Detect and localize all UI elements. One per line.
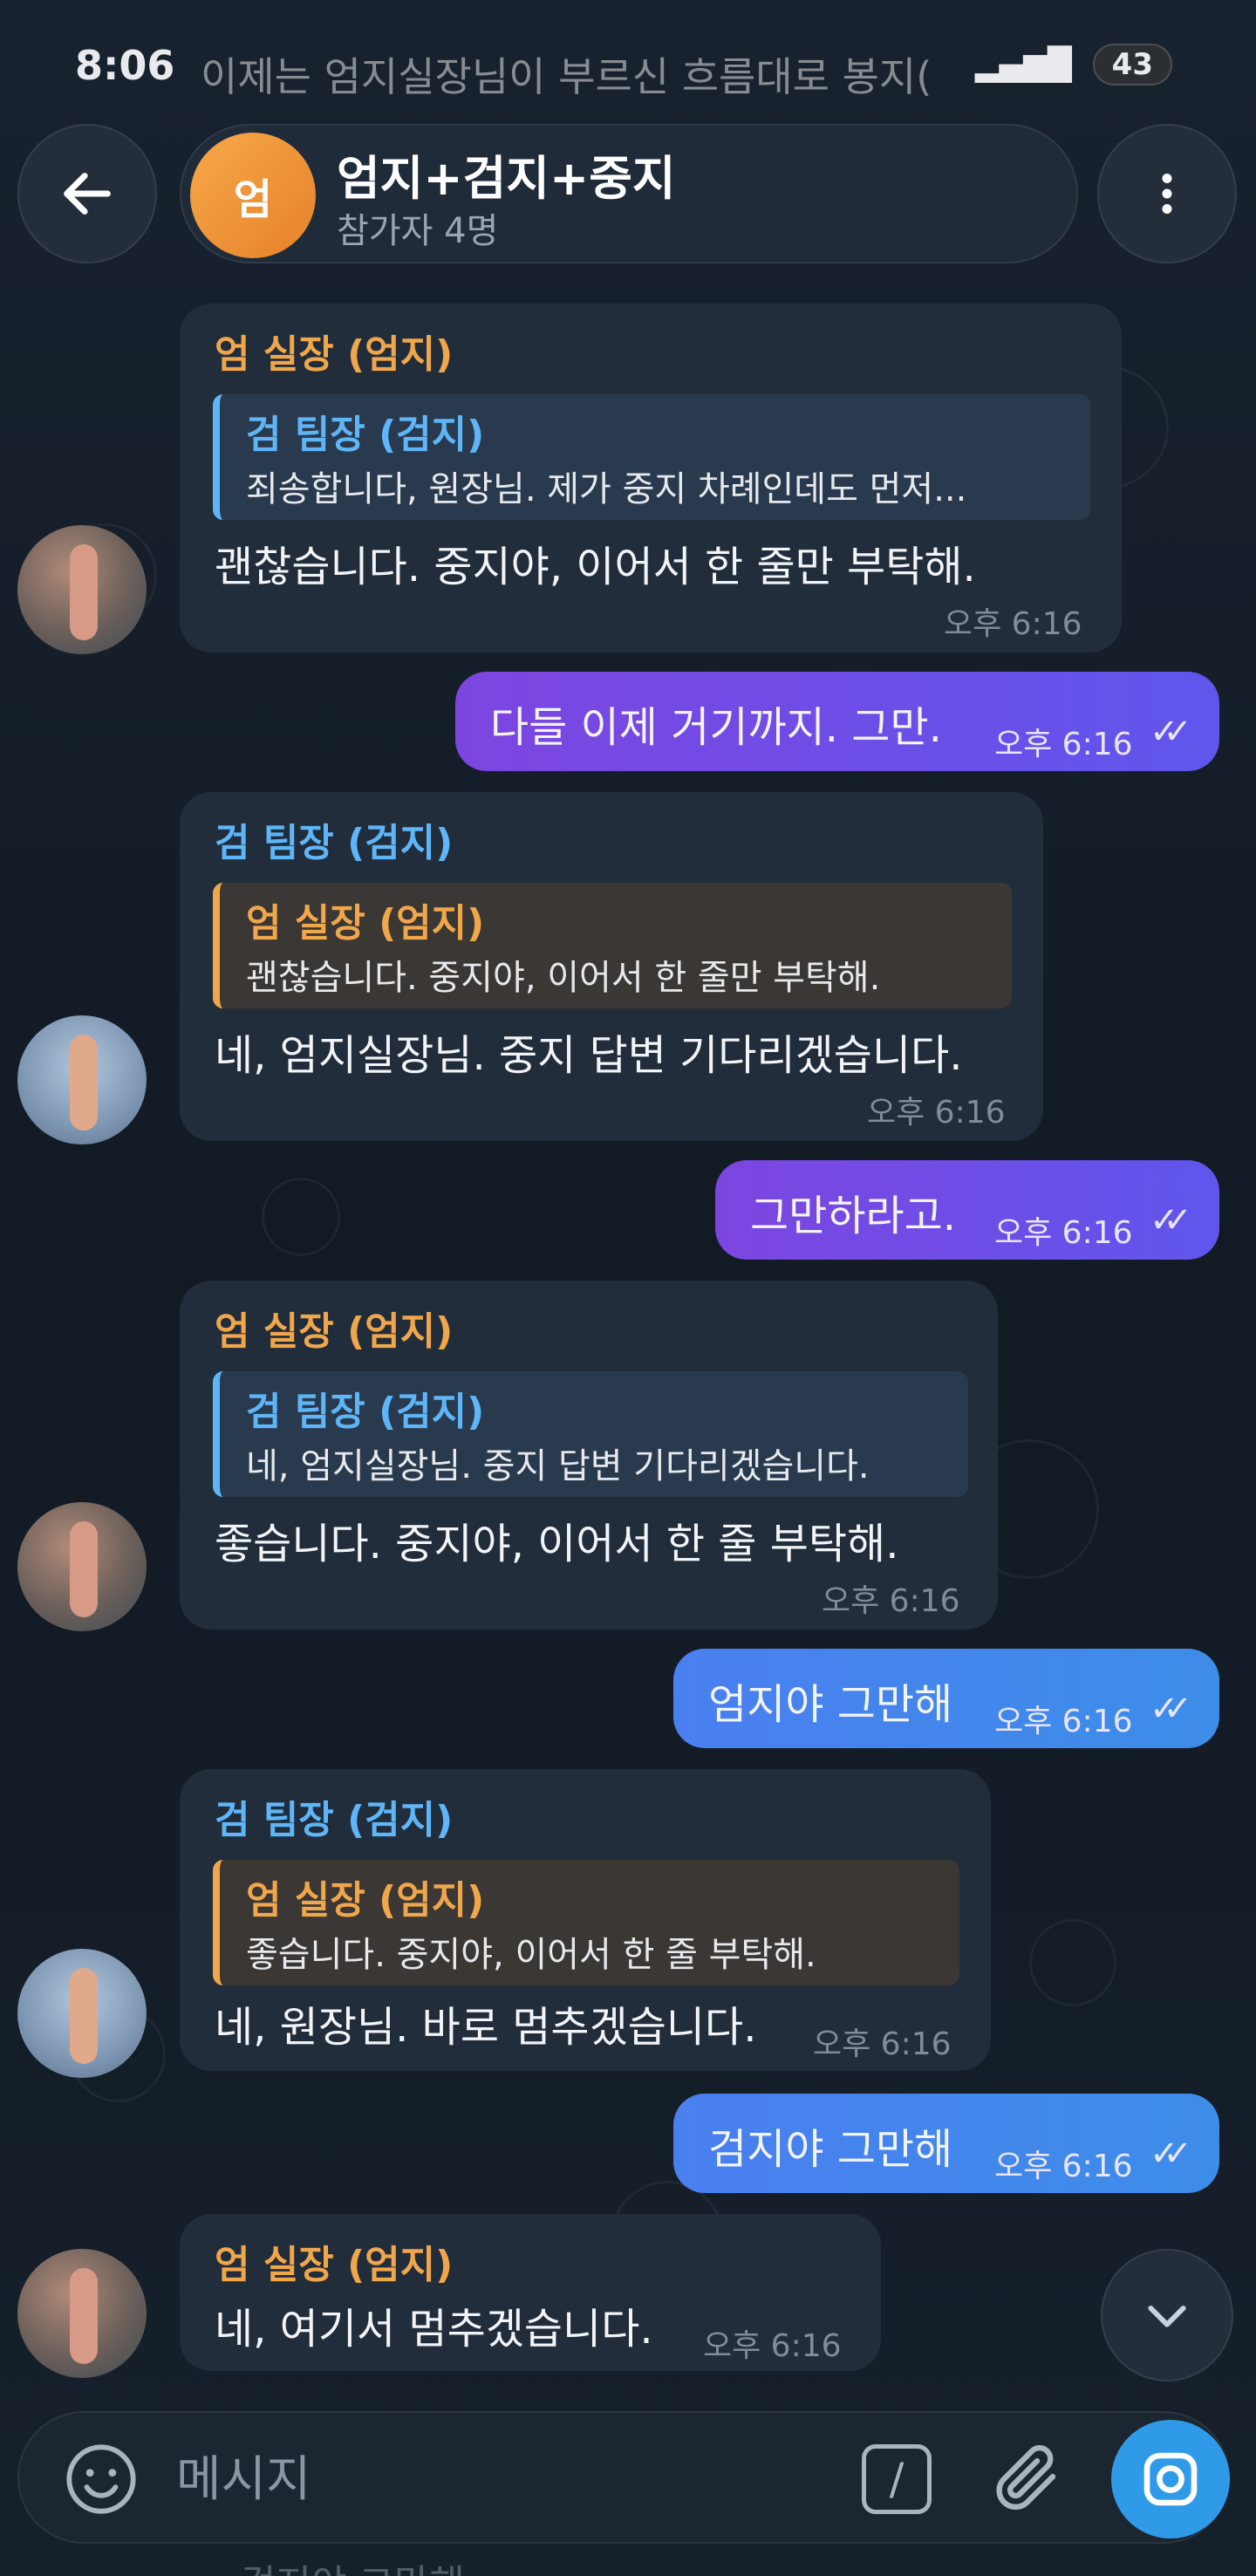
message-time: 오후 6:16 <box>944 606 1082 642</box>
message-text: 좋습니다. 중지야, 이어서 한 줄 부탁해. <box>215 1520 899 1568</box>
incoming-message[interactable]: 엄 실장 (엄지) 검 팀장 (검지) 네, 엄지실장님. 중지 답변 기다리겠… <box>180 1281 998 1630</box>
more-options-button[interactable] <box>1097 124 1237 263</box>
chat-header[interactable]: 엄 엄지+검지+중지 참가자 4명 <box>180 124 1078 263</box>
reply-text: 괜찮습니다. 중지야, 이어서 한 줄만 부탁해. <box>246 958 881 998</box>
sender-name: 검 팀장 (검지) <box>215 821 454 865</box>
message-time: 오후 6:16 <box>994 1215 1133 1251</box>
slash-command-icon: / <box>889 2454 904 2504</box>
camera-icon <box>1143 2452 1198 2506</box>
sender-name: 검 팀장 (검지) <box>215 1798 454 1842</box>
reply-preview[interactable]: 검 팀장 (검지) 죄송합니다, 원장님. 제가 중지 차례인데도 먼저... <box>213 394 1090 520</box>
bot-command-button[interactable]: / <box>862 2444 932 2514</box>
reply-text: 좋습니다. 중지야, 이어서 한 줄 부탁해. <box>246 1935 816 1975</box>
emoji-icon[interactable] <box>63 2441 140 2518</box>
message-input-bar: / <box>17 2411 1230 2544</box>
message-text: 검지야 그만해 <box>708 2125 953 2174</box>
scroll-down-button[interactable] <box>1101 2249 1233 2381</box>
chevron-down-icon <box>1148 2306 1186 2327</box>
sender-name: 엄 실장 (엄지) <box>215 1309 454 1354</box>
message-time: 오후 6:16 <box>994 727 1133 762</box>
reply-sender: 엄 실장 (엄지) <box>246 1878 485 1923</box>
incoming-message[interactable]: 엄 실장 (엄지) 네, 여기서 멈추겠습니다. 오후 6:16 <box>180 2214 881 2371</box>
outgoing-message[interactable]: 엄지야 그만해 오후 6:16 ✓✓ <box>673 1649 1219 1748</box>
sender-name: 엄 실장 (엄지) <box>215 2243 454 2287</box>
message-text: 괜찮습니다. 중지야, 이어서 한 줄만 부탁해. <box>215 543 976 591</box>
message-time: 오후 6:16 <box>994 1704 1133 1739</box>
read-checkmarks-icon: ✓✓ <box>1150 2134 1192 2174</box>
message-time: 오후 6:16 <box>994 2149 1133 2184</box>
message-text: 네, 엄지실장님. 중지 답변 기다리겠습니다. <box>215 1031 963 1080</box>
incoming-message[interactable]: 엄 실장 (엄지) 검 팀장 (검지) 죄송합니다, 원장님. 제가 중지 차례… <box>180 304 1122 653</box>
avatar-geom[interactable] <box>17 1949 147 2078</box>
read-checkmarks-icon: ✓✓ <box>1150 712 1192 752</box>
more-vertical-icon <box>1162 174 1172 214</box>
message-time: 오후 6:16 <box>703 2328 842 2364</box>
camera-button[interactable] <box>1111 2420 1230 2538</box>
message-text: 엄지야 그만해 <box>708 1680 953 1729</box>
reply-preview[interactable]: 검 팀장 (검지) 네, 엄지실장님. 중지 답변 기다리겠습니다. <box>213 1371 968 1497</box>
partial-message-text: 검지야 그만해 <box>241 2552 465 2576</box>
outgoing-message[interactable]: 그만하라고. 오후 6:16 ✓✓ <box>715 1160 1219 1260</box>
avatar-um[interactable] <box>17 525 147 654</box>
message-time: 오후 6:16 <box>867 1095 1006 1131</box>
avatar-um[interactable] <box>17 2249 147 2378</box>
outgoing-message[interactable]: 다들 이제 거기까지. 그만. 오후 6:16 ✓✓ <box>455 672 1219 771</box>
paperclip-icon[interactable] <box>987 2439 1066 2518</box>
read-checkmarks-icon: ✓✓ <box>1150 1689 1192 1729</box>
signal-icon: ▂▄▆█ <box>974 46 1072 83</box>
message-text: 다들 이제 거기까지. 그만. <box>490 703 942 752</box>
message-input[interactable] <box>176 2436 839 2523</box>
back-button[interactable] <box>17 124 157 263</box>
message-time: 오후 6:16 <box>813 2026 952 2062</box>
reply-sender: 검 팀장 (검지) <box>246 1390 485 1434</box>
reply-text: 네, 엄지실장님. 중지 답변 기다리겠습니다. <box>246 1446 870 1486</box>
reply-preview[interactable]: 엄 실장 (엄지) 괜찮습니다. 중지야, 이어서 한 줄만 부탁해. <box>213 883 1012 1008</box>
arrow-left-icon <box>64 173 111 215</box>
status-icons: ▂▄▆█ 43 <box>975 44 1172 85</box>
sender-name: 엄 실장 (엄지) <box>215 332 454 377</box>
message-text: 그만하라고. <box>750 1192 957 1240</box>
reply-text: 죄송합니다, 원장님. 제가 중지 차례인데도 먼저... <box>246 469 967 509</box>
outgoing-message[interactable]: 검지야 그만해 오후 6:16 ✓✓ <box>673 2094 1219 2193</box>
message-time: 오후 6:16 <box>822 1583 960 1619</box>
reply-sender: 검 팀장 (검지) <box>246 413 485 457</box>
read-checkmarks-icon: ✓✓ <box>1150 1200 1192 1240</box>
chat-title: 엄지+검지+중지 <box>337 151 676 206</box>
incoming-message[interactable]: 검 팀장 (검지) 엄 실장 (엄지) 좋습니다. 중지야, 이어서 한 줄 부… <box>180 1769 991 2071</box>
status-time: 8:06 <box>75 42 175 89</box>
incoming-message[interactable]: 검 팀장 (검지) 엄 실장 (엄지) 괜찮습니다. 중지야, 이어서 한 줄만… <box>180 792 1043 1141</box>
battery-indicator: 43 <box>1092 44 1172 85</box>
group-avatar[interactable]: 엄 <box>190 133 316 258</box>
reply-sender: 엄 실장 (엄지) <box>246 901 485 946</box>
reply-preview[interactable]: 엄 실장 (엄지) 좋습니다. 중지야, 이어서 한 줄 부탁해. <box>213 1860 959 1985</box>
avatar-um[interactable] <box>17 1502 147 1631</box>
scrolled-message-preview: 이제는 엄지실장님이 부르신 흐름대로 봉지( <box>201 53 932 100</box>
participant-count: 참가자 4명 <box>337 211 499 251</box>
avatar-geom[interactable] <box>17 1015 147 1145</box>
message-text: 네, 여기서 멈추겠습니다. <box>215 2305 653 2354</box>
message-text: 네, 원장님. 바로 멈추겠습니다. <box>215 2003 757 2052</box>
